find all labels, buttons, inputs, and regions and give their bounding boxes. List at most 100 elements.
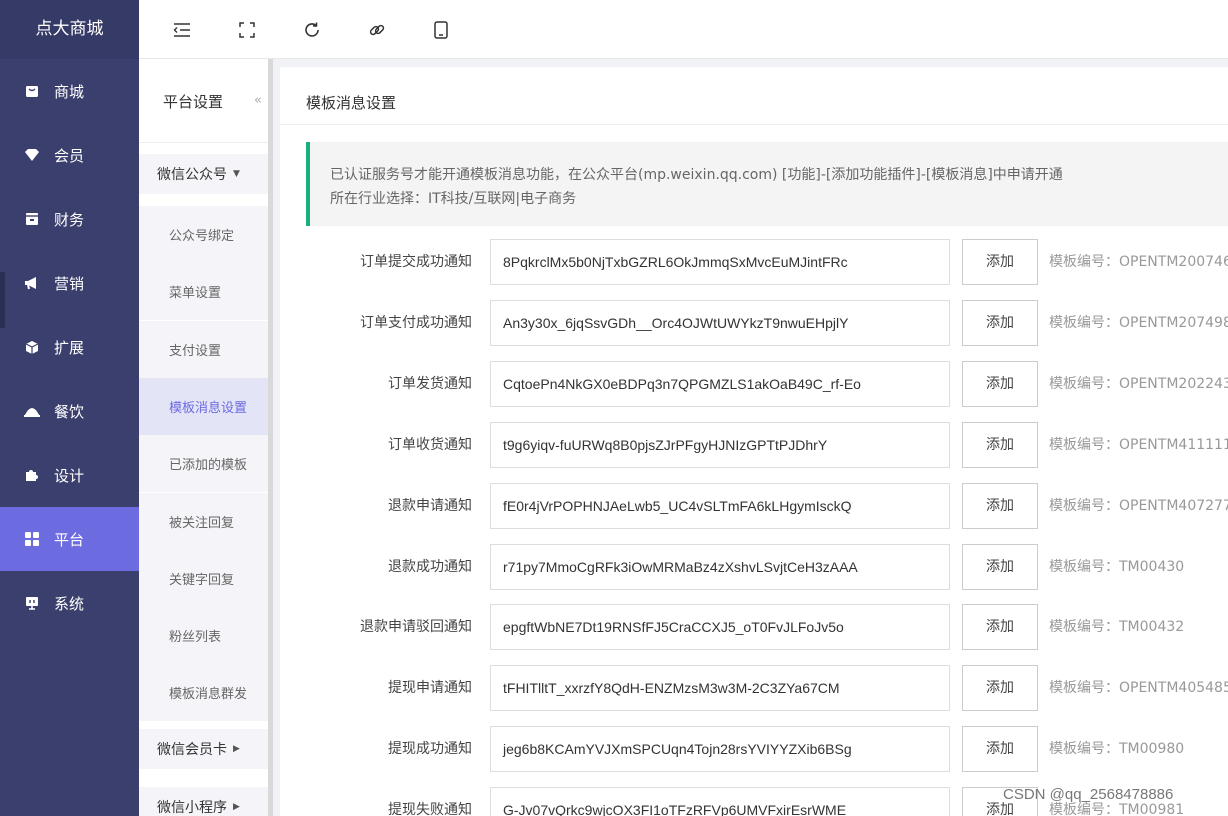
cube-icon	[24, 339, 40, 355]
sidebar-item-5[interactable]: 餐饮	[0, 379, 139, 443]
finance-icon	[24, 211, 40, 227]
sidebar-menu: 商城会员财务营销扩展 餐饮设计平台系统	[0, 59, 139, 635]
subnav-item[interactable]: 被关注回复	[139, 492, 268, 550]
add-template-button[interactable]: 添加	[962, 604, 1038, 651]
template-id-input[interactable]: An3y30x_6jqSsvGDh__Orc4OJWtUWYkzT9nwuEHp…	[490, 299, 950, 346]
template-code: 模板编号：OPENTM405485000	[1049, 680, 1228, 697]
subnav-item[interactable]: 模板消息设置	[139, 377, 268, 435]
sidebar-item-label: 设计	[54, 466, 85, 485]
add-template-button[interactable]: 添加	[962, 299, 1038, 346]
monitor-icon	[24, 595, 40, 611]
caret-right-icon: ▶	[233, 802, 240, 812]
add-template-button[interactable]: 添加	[962, 421, 1038, 468]
info-notice: 已认证服务号才能开通模板消息功能，在公众平台(mp.weixin.qq.com)…	[306, 142, 1228, 226]
puzzle-icon	[24, 467, 40, 483]
template-code: 模板编号：OPENTM200746866	[1049, 254, 1228, 270]
watermark: CSDN @qq_2568478886	[1003, 786, 1174, 803]
sidebar-item-0[interactable]: 商城	[0, 59, 139, 123]
template-id-input[interactable]: 8PqkrclMx5b0NjTxbGZRL6OkJmmqSxMvcEuMJint…	[490, 239, 950, 285]
platform-subnav: 平台设置 « 微信公众号 ▼ 公众号绑定 菜单设置 支付设置 模板消息设置 已添加的模板…	[139, 59, 268, 816]
template-label: 退款申请驳回通知	[360, 619, 472, 636]
template-code: 模板编号：OPENTM202243318	[1049, 375, 1228, 392]
template-label: 提现失败通知	[388, 802, 472, 816]
member-icon	[24, 147, 40, 163]
template-id-input[interactable]: fE0r4jVrPOPHNJAeLwb5_UC4vSLTmFA6kLHgymIs…	[490, 482, 950, 529]
template-label: 订单提交成功通知	[360, 254, 472, 270]
template-label: 提现申请通知	[388, 680, 472, 697]
sidebar-item-1[interactable]: 会员	[0, 123, 139, 187]
subnav-divider	[139, 142, 268, 143]
subnav-item[interactable]: 已添加的模板	[139, 435, 268, 493]
sidebar-item-6[interactable]: 设计	[0, 443, 139, 507]
template-code: 模板编号：OPENTM411111111	[1049, 436, 1228, 453]
sidebar-item-4[interactable]: 扩展	[0, 315, 139, 379]
sidebar-item-label: 财务	[54, 210, 85, 229]
sidebar-item-8[interactable]: 系统	[0, 571, 139, 635]
template-id-input[interactable]: epgftWbNE7Dt19RNSfFJ5CraCCXJ5_oT0FvJLFoJ…	[490, 604, 950, 651]
group-label: 微信公众号	[157, 167, 227, 183]
link-icon[interactable]	[367, 20, 387, 40]
template-id-input[interactable]: CqtoePn4NkGX0eBDPq3n7QPGMZLS1akOaB49C_rf…	[490, 360, 950, 407]
add-template-button[interactable]: 添加	[962, 665, 1038, 712]
sidebar-item-3[interactable]: 营销	[0, 251, 139, 315]
collapse-subnav-icon[interactable]: «	[254, 93, 262, 108]
group-member-card[interactable]: 微信会员卡 ▶	[139, 729, 268, 769]
refresh-icon[interactable]	[302, 20, 322, 40]
template-settings-panel: 模板消息设置 已认证服务号才能开通模板消息功能，在公众平台(mp.weixin.…	[280, 67, 1228, 816]
subnav-item[interactable]: 粉丝列表	[139, 607, 268, 665]
group-wechat-official[interactable]: 微信公众号 ▼	[139, 154, 268, 194]
brand-logo[interactable]: 点大商城	[0, 0, 139, 59]
megaphone-icon	[24, 275, 40, 291]
subnav-item[interactable]: 模板消息群发	[139, 664, 268, 722]
template-id-input[interactable]: r71py7MmoCgRFk3iOwMRMaBz4zXshvLSvjtCeH3z…	[490, 543, 950, 590]
sidebar-item-label: 会员	[54, 146, 85, 165]
template-code: 模板编号：OPENTM207498902	[1049, 314, 1228, 331]
add-template-button[interactable]: 添加	[962, 482, 1038, 529]
group-mini-program[interactable]: 微信小程序 ▶	[139, 787, 268, 816]
page-title: 模板消息设置	[306, 94, 397, 112]
template-row: 退款申请通知 fE0r4jVrPOPHNJAeLwb5_UC4vSLTmFA6kL…	[280, 482, 1228, 529]
template-id-input[interactable]: tFHITlltT_xxrzfY8QdH-ENZMzsM3w3M-2C3ZYa6…	[490, 665, 950, 712]
add-template-button[interactable]: 添加	[962, 543, 1038, 590]
subnav-splitter[interactable]	[268, 59, 273, 816]
notice-line: 所在行业选择：IT科技/互联网|电子商务	[330, 191, 577, 207]
subnav-item[interactable]: 关键字回复	[139, 549, 268, 607]
sidebar-item-2[interactable]: 财务	[0, 187, 139, 251]
template-row: 订单支付成功通知 An3y30x_6jqSsvGDh__Orc4OJWtUWYkz…	[280, 299, 1228, 346]
template-label: 订单支付成功通知	[360, 314, 472, 331]
template-label: 退款成功通知	[388, 558, 472, 575]
template-id-input[interactable]: jeg6b8KCAmYVJXmSPCUqn4Tojn28rsYVIYYZXib6…	[490, 726, 950, 773]
subnav-item[interactable]: 公众号绑定	[139, 206, 268, 263]
sidebar-item-label: 平台	[54, 530, 85, 549]
add-template-button[interactable]: 添加	[962, 360, 1038, 407]
template-label: 订单收货通知	[388, 436, 472, 453]
add-template-button[interactable]: 添加	[962, 726, 1038, 773]
template-label: 退款申请通知	[388, 497, 472, 514]
add-template-button[interactable]: 添加	[962, 239, 1038, 285]
template-row: 退款成功通知 r71py7MmoCgRFk3iOwMRMaBz4zXshvLSvj…	[280, 543, 1228, 590]
mobile-icon[interactable]	[431, 20, 451, 40]
menu-fold-icon[interactable]	[172, 20, 192, 40]
fullscreen-icon[interactable]	[237, 20, 257, 40]
store-icon	[24, 83, 40, 99]
sidebar-item-label: 营销	[54, 274, 85, 293]
sidebar-item-7[interactable]: 平台	[0, 507, 139, 571]
template-row: 订单发货通知 CqtoePn4NkGX0eBDPq3n7QPGMZLS1akOaB…	[280, 360, 1228, 407]
subnav-item[interactable]: 支付设置	[139, 320, 268, 378]
grid-icon	[24, 531, 40, 547]
sidebar-item-label: 系统	[54, 594, 85, 613]
template-id-input[interactable]: t9g6yiqv-fuURWq8B0pjsZJrPFgyHJNIzGPTtPJD…	[490, 421, 950, 468]
template-label: 提现成功通知	[388, 741, 472, 758]
template-code: 模板编号：TM00980	[1049, 741, 1185, 758]
subnav-item[interactable]: 菜单设置	[139, 263, 268, 321]
caret-right-icon: ▶	[233, 744, 240, 754]
top-toolbar	[139, 0, 1228, 59]
template-id-input[interactable]: G-Jv07vQrkc9wjcOX3FI1oTFzRFVp6UMVFxirEsr…	[490, 787, 950, 816]
template-code: 模板编号：OPENTM407277862	[1049, 497, 1228, 514]
template-code: 模板编号：TM00430	[1049, 558, 1185, 575]
title-divider	[280, 124, 1228, 125]
notice-line: 已认证服务号才能开通模板消息功能，在公众平台(mp.weixin.qq.com)…	[330, 167, 1063, 183]
template-code: 模板编号：TM00432	[1049, 619, 1185, 636]
group-label: 微信会员卡	[157, 742, 227, 758]
group-label: 微信小程序	[157, 800, 227, 816]
